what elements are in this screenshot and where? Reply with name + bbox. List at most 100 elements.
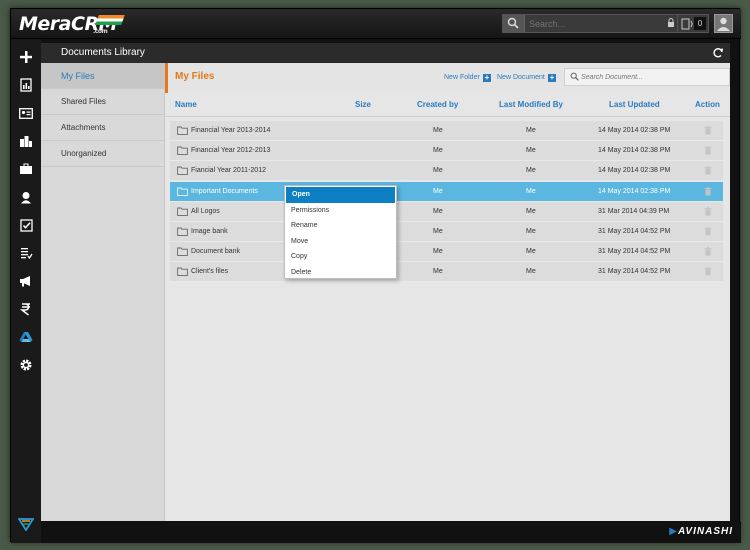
row-last-updated: 31 May 2014 04:52 PM <box>598 268 671 276</box>
table-row[interactable]: Client's files Me Me 31 May 2014 04:52 PM <box>170 262 723 283</box>
search-icon <box>507 17 519 29</box>
search-icon <box>570 72 579 81</box>
row-name[interactable]: Fiancial Year 2011-2012 <box>191 167 266 174</box>
new-folder-link[interactable]: New Folder <box>444 74 480 81</box>
app-logo[interactable]: MeraCRM .com <box>19 13 125 35</box>
row-name[interactable]: All Logos <box>191 208 220 215</box>
global-search <box>502 14 682 33</box>
column-last-updated[interactable]: Last Updated <box>609 100 660 109</box>
rail-accounts[interactable] <box>11 127 41 155</box>
report-icon <box>20 78 32 92</box>
folder-icon <box>177 227 188 236</box>
trash-icon[interactable] <box>704 166 712 175</box>
table-row[interactable]: Financial Year 2012-2013 Me Me 14 May 2014 … <box>170 141 723 162</box>
panel-header: Documents Library <box>41 43 730 63</box>
rail-campaigns[interactable] <box>11 267 41 295</box>
trash-icon[interactable] <box>704 227 712 236</box>
rail-tasks[interactable] <box>11 211 41 239</box>
rail-reports[interactable] <box>11 71 41 99</box>
left-rail <box>11 39 41 543</box>
row-modified-by: Me <box>526 127 536 134</box>
bottom-bar: ▶AVINASHI <box>41 521 741 543</box>
table-row[interactable]: Fiancial Year 2011-2012 Me Me 14 May 2014 0… <box>170 161 723 182</box>
rail-leads[interactable] <box>11 183 41 211</box>
row-name[interactable]: Financial Year 2013-2014 <box>191 127 270 134</box>
column-name[interactable]: Name <box>175 100 197 109</box>
lock-icon[interactable] <box>667 18 675 28</box>
menu-rename[interactable]: Rename <box>285 218 396 234</box>
row-last-updated: 31 May 2014 04:52 PM <box>598 248 671 256</box>
building-icon <box>20 135 32 147</box>
rail-add[interactable] <box>11 43 41 71</box>
row-last-updated: 14 May 2014 02:38 PM <box>598 147 671 155</box>
menu-move[interactable]: Move <box>285 234 396 250</box>
new-document-plus-icon[interactable]: + <box>548 74 556 82</box>
rail-activities[interactable] <box>11 239 41 267</box>
document-search-input[interactable] <box>581 71 721 84</box>
logo-mera: Mera <box>19 13 72 35</box>
rail-documents[interactable] <box>11 323 41 351</box>
row-name[interactable]: Image bank <box>191 228 228 235</box>
row-name[interactable]: Important Documents <box>191 188 258 195</box>
row-name[interactable]: Financial Year 2012-2013 <box>191 147 270 154</box>
table-row[interactable]: Image bank Me Me 31 May 2014 04:52 PM <box>170 221 723 242</box>
folder-icon <box>177 146 188 156</box>
rail-finance[interactable] <box>11 295 41 323</box>
checkbox-icon <box>19 218 33 232</box>
row-modified-by: Me <box>526 147 536 155</box>
row-modified-by: Me <box>526 248 536 256</box>
footer-logo-icon[interactable] <box>18 517 34 531</box>
trash-icon[interactable] <box>704 186 712 196</box>
trash-icon[interactable] <box>704 126 712 135</box>
search-button[interactable] <box>503 15 525 32</box>
row-created-by: Me <box>433 147 443 155</box>
document-search <box>564 68 730 86</box>
row-last-updated: 14 May 2014 02:38 PM <box>598 127 671 134</box>
content-title-bar: My Files New Folder + New Document + <box>165 63 730 93</box>
row-created-by: Me <box>433 268 443 276</box>
menu-copy[interactable]: Copy <box>285 249 396 265</box>
list-check-icon <box>20 247 33 259</box>
table-header: Name Size Created by Last Modified By La… <box>165 93 730 117</box>
column-last-modified-by[interactable]: Last Modified By <box>499 100 563 109</box>
row-name[interactable]: Document bank <box>191 248 240 255</box>
column-size[interactable]: Size <box>355 100 371 109</box>
phone-icon <box>681 18 693 30</box>
rail-settings[interactable] <box>11 351 41 379</box>
brand-name: AVINASHI <box>677 526 733 537</box>
nav-shared-files[interactable]: Shared Files <box>41 89 164 115</box>
top-bar: MeraCRM .com 0 <box>11 9 741 39</box>
nav-attachments[interactable]: Attachments <box>41 115 164 141</box>
nav-my-files[interactable]: My Files <box>41 63 164 89</box>
row-last-updated: 31 Mar 2014 04:39 PM <box>598 207 670 215</box>
table-row[interactable]: All Logos Me Me 31 Mar 2014 04:39 PM <box>170 201 723 222</box>
context-menu: Open Permissions Rename Move Copy Delete <box>284 185 397 279</box>
new-folder-plus-icon[interactable]: + <box>483 74 491 82</box>
folder-icon <box>177 207 188 216</box>
user-avatar[interactable] <box>714 14 733 33</box>
table-row[interactable]: Document bank Me Me 31 May 2014 04:52 PM <box>170 242 723 263</box>
rail-deals[interactable] <box>11 155 41 183</box>
row-name[interactable]: Client's files <box>191 268 228 275</box>
row-created-by: Me <box>433 187 443 195</box>
refresh-icon[interactable] <box>712 47 724 59</box>
megaphone-icon <box>20 276 30 287</box>
table-row[interactable]: Important Documents Me Me 14 May 2014 02:38… <box>170 181 723 202</box>
row-last-updated: 14 May 2014 02:38 PM <box>598 167 671 175</box>
logo-flag <box>95 15 125 25</box>
trash-icon[interactable] <box>704 146 712 155</box>
menu-delete[interactable]: Delete <box>285 265 396 281</box>
column-created-by[interactable]: Created by <box>417 100 458 109</box>
rail-contacts[interactable] <box>11 99 41 127</box>
notifications-button[interactable]: 0 <box>677 14 709 33</box>
folder-icon <box>177 126 188 135</box>
table-row[interactable]: Financial Year 2013-2014 Me Me 14 May 2014 … <box>170 121 723 141</box>
trash-icon[interactable] <box>704 247 712 256</box>
menu-permissions[interactable]: Permissions <box>285 203 396 219</box>
trash-icon[interactable] <box>704 206 712 216</box>
trash-icon[interactable] <box>704 267 712 276</box>
global-search-input[interactable] <box>529 16 649 31</box>
new-document-link[interactable]: New Document <box>497 74 545 81</box>
nav-unorganized[interactable]: Unorganized <box>41 141 164 167</box>
menu-open[interactable]: Open <box>286 187 395 203</box>
